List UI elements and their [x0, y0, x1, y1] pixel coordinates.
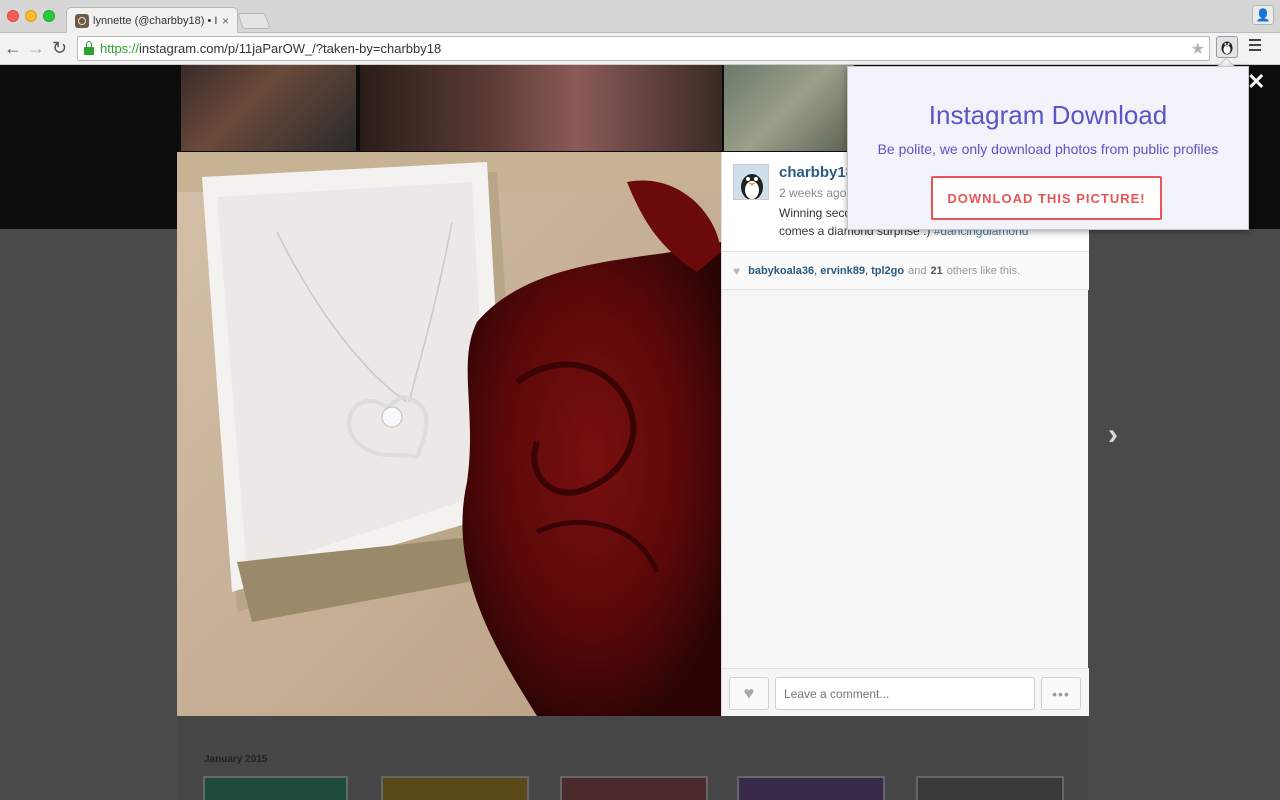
likes-connector: and [908, 264, 927, 277]
photo-feed: January 2015 [177, 716, 1088, 800]
browser-tab[interactable]: lynnette (@charbby18) • In × [66, 7, 238, 34]
likes-summary: ♥ babykoala36, ervink89, tpl2go and 21 o… [722, 252, 1089, 290]
close-modal-icon[interactable]: ✕ [1247, 69, 1265, 95]
liker-link[interactable]: ervink89 [820, 265, 865, 277]
extension-popup: Instagram Download Be polite, we only do… [847, 66, 1249, 230]
liker-link[interactable]: babykoala36 [748, 265, 814, 277]
chrome-menu-icon[interactable] [1249, 39, 1261, 51]
new-tab-button[interactable] [237, 13, 271, 29]
comment-bar: ♥ ••• [722, 668, 1089, 716]
post-photo[interactable] [177, 152, 721, 716]
instagram-favicon-icon [75, 14, 89, 28]
back-button[interactable]: ← [4, 38, 22, 58]
extension-button[interactable] [1216, 36, 1238, 58]
forward-button[interactable]: → [27, 38, 45, 58]
tab-close-icon[interactable]: × [222, 14, 229, 28]
close-window-button[interactable] [7, 10, 19, 22]
ellipsis-icon: ••• [1052, 685, 1070, 702]
reload-button[interactable]: ↻ [52, 38, 67, 58]
feed-thumbnail[interactable] [203, 776, 348, 800]
next-post-arrow-icon[interactable]: › [1108, 418, 1118, 452]
penguin-icon [1221, 41, 1233, 55]
post-sidebar: charbby18 2 weeks ago Winning seco comes… [721, 152, 1089, 716]
zoom-window-button[interactable] [43, 10, 55, 22]
avatar[interactable] [733, 164, 769, 200]
month-heading: January 2015 [204, 754, 268, 765]
user-profile-icon[interactable]: 👤 [1252, 5, 1274, 25]
tab-title: lynnette (@charbby18) • In [93, 15, 218, 27]
download-picture-button[interactable]: DOWNLOAD THIS PICTURE! [931, 176, 1162, 220]
popup-title: Instagram Download [928, 100, 1168, 130]
url-text[interactable]: https://instagram.com/p/11jaParOW_/?take… [100, 41, 441, 56]
popup-subtitle: Be polite, we only download photos from … [877, 141, 1219, 157]
feed-thumbnail[interactable] [560, 776, 708, 800]
post-username[interactable]: charbby18 [779, 164, 854, 181]
lock-icon [84, 40, 94, 55]
address-bar[interactable]: https://instagram.com/p/11jaParOW_/?take… [77, 36, 1210, 61]
grid-thumbnail[interactable] [181, 65, 356, 151]
others-count[interactable]: 21 [930, 265, 942, 277]
comment-input[interactable] [775, 677, 1035, 710]
grid-thumbnail[interactable] [360, 65, 722, 151]
like-button[interactable]: ♥ [729, 677, 769, 710]
penguin-avatar-icon [741, 174, 763, 199]
feed-thumbnail[interactable] [381, 776, 529, 800]
post-timestamp[interactable]: 2 weeks ago [779, 186, 846, 200]
browser-toolbar: ← → ↻ https://instagram.com/p/11jaParOW_… [0, 33, 1280, 65]
minimize-window-button[interactable] [25, 10, 37, 22]
heart-icon: ♥ [743, 683, 755, 703]
feed-thumbnail[interactable] [737, 776, 885, 800]
bookmark-star-icon[interactable]: ★ [1191, 39, 1205, 59]
necklace-photo-image [177, 152, 721, 716]
heart-icon: ♥ [733, 263, 741, 278]
tab-strip: lynnette (@charbby18) • In × 👤 [0, 0, 1280, 34]
feed-thumbnail[interactable] [916, 776, 1064, 800]
grid-thumbnail[interactable] [724, 65, 854, 151]
liker-link[interactable]: tpl2go [871, 265, 904, 277]
more-options-button[interactable]: ••• [1041, 677, 1081, 710]
likes-suffix: others like this. [946, 264, 1021, 277]
